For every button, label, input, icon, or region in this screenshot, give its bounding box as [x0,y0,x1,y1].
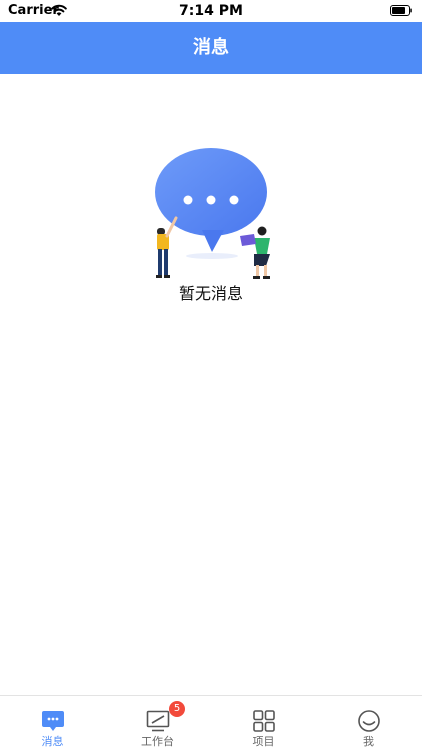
tab-projects[interactable]: 项目 [211,696,316,750]
notification-badge: 5 [169,701,185,717]
tab-label-messages: 消息 [41,735,64,748]
message-icon [41,711,64,731]
empty-state-illustration [155,148,270,279]
tab-label-profile: 我 [363,735,374,748]
tab-label-workbench: 工作台 [141,735,174,748]
empty-state-text: 暂无消息 [178,284,243,303]
profile-icon [357,710,380,732]
tab-profile[interactable]: 我 [316,696,421,750]
grid-icon [252,710,275,732]
person-right-figure [240,226,270,279]
tab-label-projects: 项目 [252,735,275,748]
battery-icon [390,5,412,16]
tab-bar: 消息 5 工作台 项目 我 [0,695,422,750]
header-bar: 消息 [0,22,422,74]
person-left-figure [156,216,178,278]
status-bar: Carrier 7:14 PM [0,0,422,22]
tab-workbench[interactable]: 5 工作台 [105,696,210,750]
workbench-icon [146,710,169,732]
tab-messages[interactable]: 消息 [0,696,105,750]
status-time: 7:14 PM [179,3,243,19]
page-title: 消息 [193,37,229,58]
